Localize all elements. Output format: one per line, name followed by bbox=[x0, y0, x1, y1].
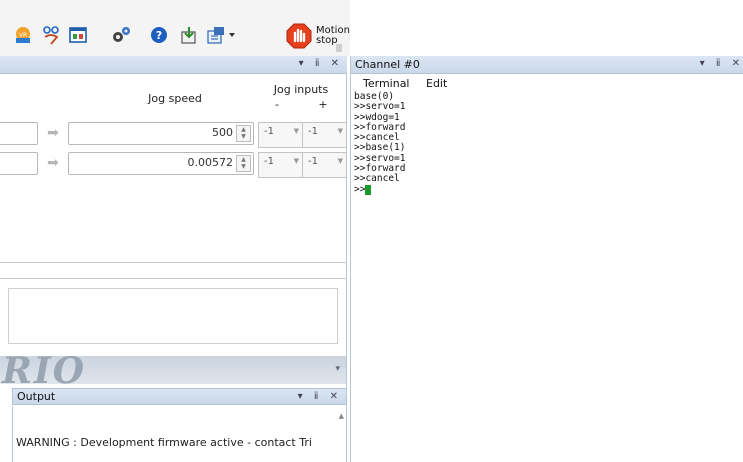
menu-terminal[interactable]: Terminal bbox=[363, 77, 410, 90]
tuning-icon[interactable] bbox=[40, 24, 62, 46]
terminal-line: >>servo=1 bbox=[354, 101, 406, 113]
jog-speed-input[interactable]: 500 ▲ ▼ bbox=[68, 122, 254, 145]
jog-input-minus-select[interactable]: -1 ▼ bbox=[258, 152, 303, 178]
chevron-down-icon[interactable] bbox=[226, 24, 238, 46]
jog-input-plus-select[interactable]: -1 ▼ bbox=[302, 122, 347, 148]
terminal-line: >>forward bbox=[354, 121, 406, 133]
jog-arrow-icon[interactable]: ➡ bbox=[44, 154, 62, 172]
divider bbox=[0, 262, 347, 263]
program-icon[interactable] bbox=[205, 24, 227, 46]
terminal-output[interactable]: base(0) >>servo=1 >>wdog=1 >>forward >>c… bbox=[354, 91, 734, 462]
jog-speed-header: Jog speed bbox=[148, 92, 202, 105]
output-message-area: WARNING : Development firmware active - … bbox=[12, 406, 347, 462]
toolbar-empty-area bbox=[350, 0, 743, 56]
terminal-prompt: >> bbox=[354, 183, 366, 195]
terminal-prompt-line: >> bbox=[354, 183, 734, 195]
jog-axis-field[interactable] bbox=[0, 152, 38, 175]
jog-speed-input[interactable]: 0.00572 ▲ ▼ bbox=[68, 152, 254, 175]
terminal-line: >>cancel bbox=[354, 173, 400, 185]
jog-pane-controls[interactable]: ▾ ⅱ ✕ bbox=[299, 58, 343, 69]
terminal-line: >>base(1) bbox=[354, 142, 406, 154]
chevron-down-icon: ▼ bbox=[293, 157, 299, 165]
channel-titlebar: Channel #0 ▾ ⅱ ✕ bbox=[351, 56, 743, 74]
channel-menu: Terminal Edit bbox=[351, 74, 743, 92]
logo-strip: RIO ▾ bbox=[0, 350, 347, 392]
output-message: WARNING : Development firmware active - … bbox=[16, 436, 312, 449]
terminal-line: >>forward bbox=[354, 163, 406, 175]
jog-row: ➡ 500 ▲ ▼ -1 ▼ -1 ▼ bbox=[0, 120, 347, 148]
svg-text:VR: VR bbox=[19, 32, 27, 39]
spin-icon[interactable]: ▲ ▼ bbox=[236, 155, 251, 172]
divider bbox=[0, 278, 347, 279]
terminal-line: >>servo=1 bbox=[354, 152, 406, 164]
terminal-cursor bbox=[365, 184, 372, 195]
screen-icon[interactable] bbox=[67, 24, 89, 46]
channel-title: Channel #0 bbox=[355, 58, 420, 71]
toolbar-grip[interactable] bbox=[336, 44, 342, 52]
channel-pane: Channel #0 ▾ ⅱ ✕ Terminal Edit base(0) >… bbox=[350, 56, 743, 462]
chevron-down-icon: ▼ bbox=[337, 127, 343, 135]
output-title: Output bbox=[17, 390, 56, 403]
jog-input-minus-select[interactable]: -1 ▼ bbox=[258, 122, 303, 148]
menu-edit[interactable]: Edit bbox=[426, 77, 447, 90]
output-titlebar: Output ▾ ⅱ ✕ bbox=[12, 388, 347, 405]
chevron-down-icon: ▼ bbox=[337, 157, 343, 165]
jog-pane-titlebar: ▾ ⅱ ✕ bbox=[0, 56, 347, 74]
help-icon[interactable]: ? bbox=[148, 24, 170, 46]
jog-lower-panel bbox=[8, 288, 338, 344]
jog-pane: ▾ ⅱ ✕ Jog speed Jog inputs - + ➡ 500 ▲ ▼ … bbox=[0, 56, 347, 356]
channel-pane-controls[interactable]: ▾ ⅱ ✕ bbox=[700, 58, 743, 69]
stop-hand-icon bbox=[286, 23, 312, 49]
terminal-line: base(0) bbox=[354, 91, 395, 102]
jog-inputs-header: Jog inputs bbox=[273, 83, 329, 96]
terminal-line: >>wdog=1 bbox=[354, 111, 400, 123]
output-pane-controls[interactable]: ▾ ⅱ ✕ bbox=[298, 391, 342, 402]
jog-inputs-plus-header: + bbox=[318, 98, 328, 111]
pin-icon[interactable]: ▾ bbox=[335, 364, 340, 374]
jog-axis-field[interactable] bbox=[0, 122, 38, 145]
jog-row: ➡ 0.00572 ▲ ▼ -1 ▼ -1 ▼ bbox=[0, 150, 347, 178]
jog-inputs-minus-header: - bbox=[275, 98, 279, 111]
svg-text:?: ? bbox=[156, 29, 162, 42]
settings-gears-icon[interactable] bbox=[110, 24, 132, 46]
vr-icon[interactable]: VR bbox=[12, 24, 34, 46]
jog-arrow-icon[interactable]: ➡ bbox=[44, 124, 62, 142]
download-icon[interactable] bbox=[178, 24, 200, 46]
motion-stop-label: Motion stop bbox=[316, 25, 350, 46]
terminal-line: >>cancel bbox=[354, 132, 400, 144]
jog-input-plus-select[interactable]: -1 ▼ bbox=[302, 152, 347, 178]
spin-icon[interactable]: ▲ ▼ bbox=[236, 125, 251, 142]
chevron-down-icon: ▼ bbox=[293, 127, 299, 135]
output-pane: Output ▾ ⅱ ✕ ▲ WARNING : Development fir… bbox=[0, 384, 347, 462]
